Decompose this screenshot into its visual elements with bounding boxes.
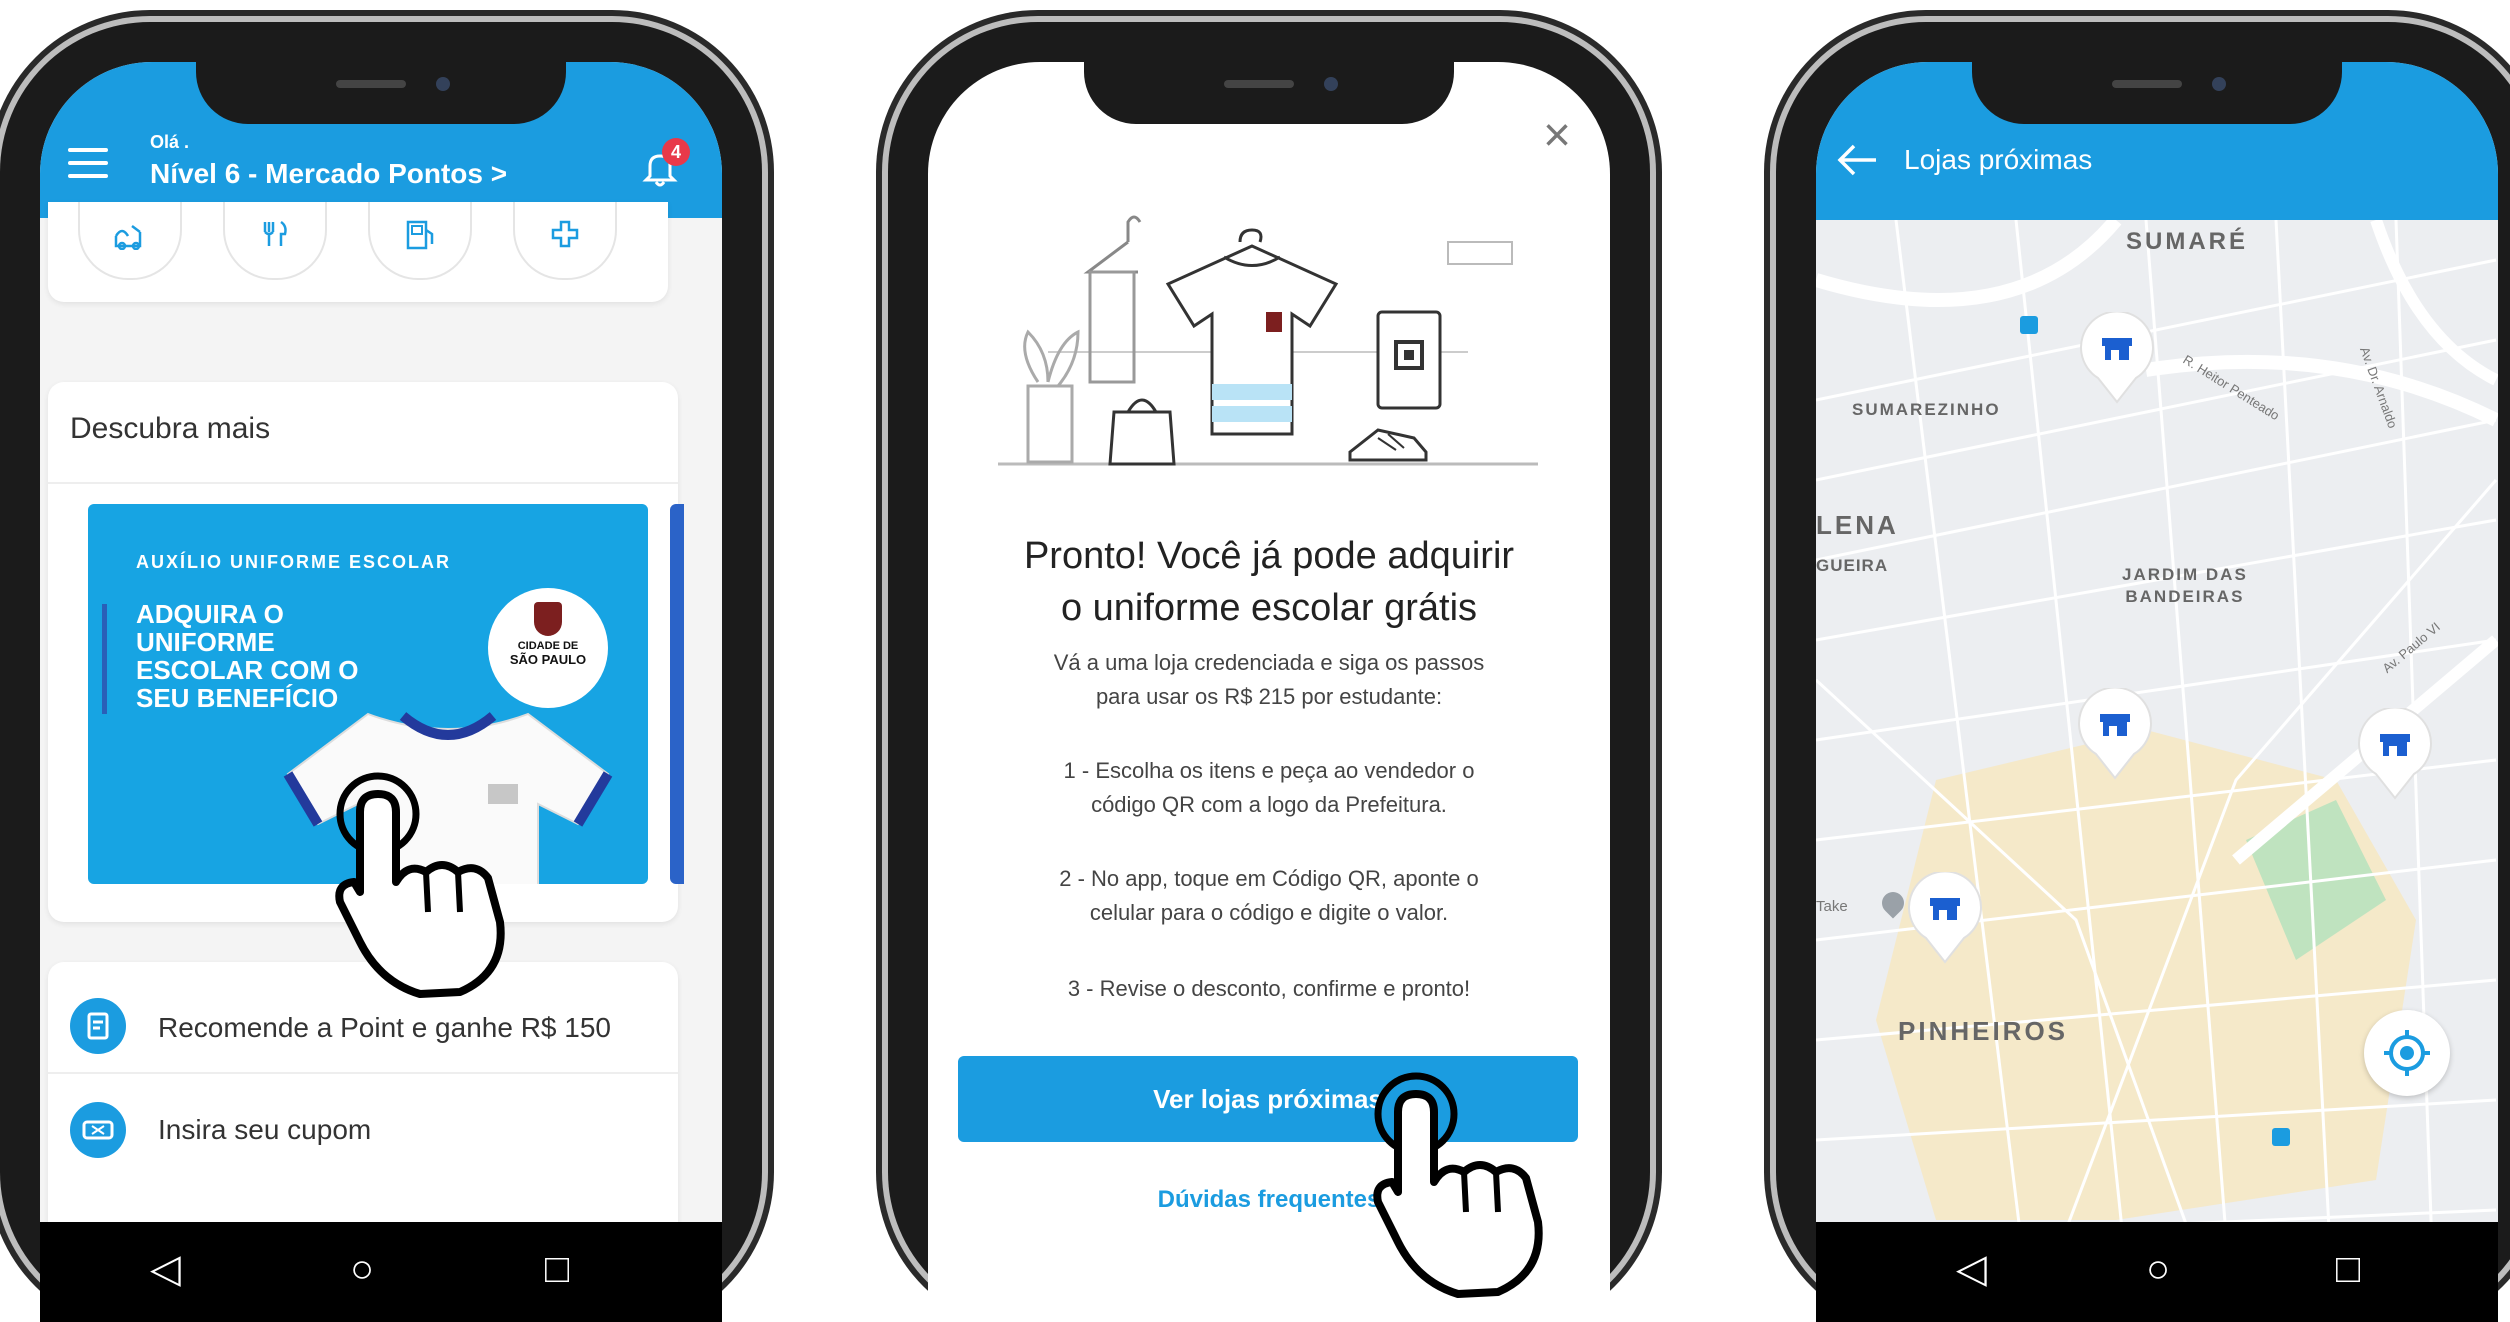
phone-1: Olá . Nível 6 - Mercado Pontos > 4 Descu… (0, 22, 762, 1322)
step-3: 3 - Revise o desconto, confirme e pronto… (1067, 976, 1471, 1001)
store-pin-icon[interactable] (2356, 706, 2434, 800)
seal-line1: CIDADE DE (517, 640, 579, 652)
nav-back-button[interactable]: ◁ (1956, 1244, 1987, 1294)
map-label-pinheiros: PINHEIROS (1898, 1016, 2069, 1046)
android-nav-bar: ◁ ○ □ (1816, 1222, 2498, 1322)
phone-notch (1972, 62, 2342, 124)
category-baby[interactable] (78, 202, 182, 280)
phone-3: Lojas próximas SUMARÉ SUMAREZINHO LENA G… (1776, 22, 2510, 1322)
map-label-sumarezinho: SUMAREZINHO (1852, 400, 2001, 419)
category-fuel[interactable] (368, 202, 472, 280)
map-label-gueira: GUEIRA (1816, 556, 1889, 575)
hand-pointer-icon (330, 772, 550, 1002)
category-restaurant[interactable] (223, 202, 327, 280)
screen-3: Lojas próximas SUMARÉ SUMAREZINHO LENA G… (1816, 62, 2498, 1322)
level-link[interactable]: Nível 6 - Mercado Pontos > (150, 158, 507, 190)
baby-icon (112, 220, 146, 251)
store-illustration (998, 202, 1538, 472)
plus-icon (549, 218, 581, 250)
seal-emblem (534, 602, 562, 636)
next-banner-peek[interactable] (670, 504, 684, 884)
map-view[interactable]: SUMARÉ SUMAREZINHO LENA GUEIRA JARDIM DA… (1816, 220, 2498, 1322)
android-nav-bar: ◁ ○ □ (40, 1222, 722, 1322)
modal-intro: Vá a uma loja credenciada e siga os pass… (1053, 650, 1485, 709)
hand-pointer-icon (1368, 1072, 1588, 1302)
nav-back-button[interactable]: ◁ (150, 1244, 181, 1294)
phone-notch (196, 62, 566, 124)
menu-icon[interactable] (68, 148, 108, 178)
list-item-label: Insira seu cupom (158, 1114, 372, 1145)
step-1: 1 - Escolha os itens e peça ao vendedor … (1063, 758, 1475, 817)
nav-recent-button[interactable]: □ (2336, 1244, 2360, 1294)
screen-2: × Pronto! Você já pode adquirir o unifor… (928, 62, 1610, 1322)
phone-notch (1084, 62, 1454, 124)
list-item-coupon[interactable]: Insira seu cupom (48, 1074, 678, 1184)
section-title: Descubra mais (70, 412, 271, 445)
map-label-lena: LENA (1816, 510, 1899, 540)
list-item-label: Recomende a Point e ganhe R$ 150 (158, 1012, 611, 1043)
seal-line2: SÃO PAULO (509, 652, 587, 667)
nav-home-button[interactable]: ○ (2146, 1244, 2170, 1294)
banner-label: AUXÍLIO UNIFORME ESCOLAR (136, 552, 452, 572)
locate-icon[interactable] (2364, 1010, 2450, 1096)
nav-home-button[interactable]: ○ (350, 1244, 374, 1294)
phone-2: × Pronto! Você já pode adquirir o unifor… (888, 22, 1650, 1322)
greeting-text: Olá . (150, 132, 190, 152)
fuel-icon (404, 218, 436, 252)
metro-marker (2272, 1128, 2290, 1146)
page-title: Lojas próximas (1904, 144, 2093, 175)
map-label-sumare: SUMARÉ (2126, 228, 2249, 255)
close-icon[interactable]: × (1543, 112, 1571, 160)
actions-card: Recomende a Point e ganhe R$ 150 Insira … (48, 962, 678, 1262)
notification-badge: 4 (662, 138, 690, 166)
store-pin-icon[interactable] (2076, 686, 2154, 780)
map-label-take: Take (1816, 898, 1848, 915)
map-label-jardim: JARDIM DAS BANDEIRAS (2122, 565, 2248, 606)
store-pin-icon[interactable] (1906, 870, 1984, 964)
screen-1: Olá . Nível 6 - Mercado Pontos > 4 Descu… (40, 62, 722, 1322)
category-health[interactable] (513, 202, 617, 280)
coupon-icon (70, 1102, 126, 1158)
step-2: 2 - No app, toque em Código QR, aponte o… (1059, 866, 1479, 925)
metro-marker (2020, 316, 2038, 334)
store-pin-icon[interactable] (2078, 310, 2156, 404)
gift-icon (70, 998, 126, 1054)
restaurant-icon (259, 218, 291, 250)
modal-title: Pronto! Você já pode adquirir o uniforme… (1023, 535, 1515, 629)
nav-recent-button[interactable]: □ (545, 1244, 569, 1294)
city-seal: CIDADE DE SÃO PAULO (488, 588, 608, 708)
back-arrow-icon[interactable] (1836, 142, 1880, 178)
category-card (48, 202, 668, 302)
